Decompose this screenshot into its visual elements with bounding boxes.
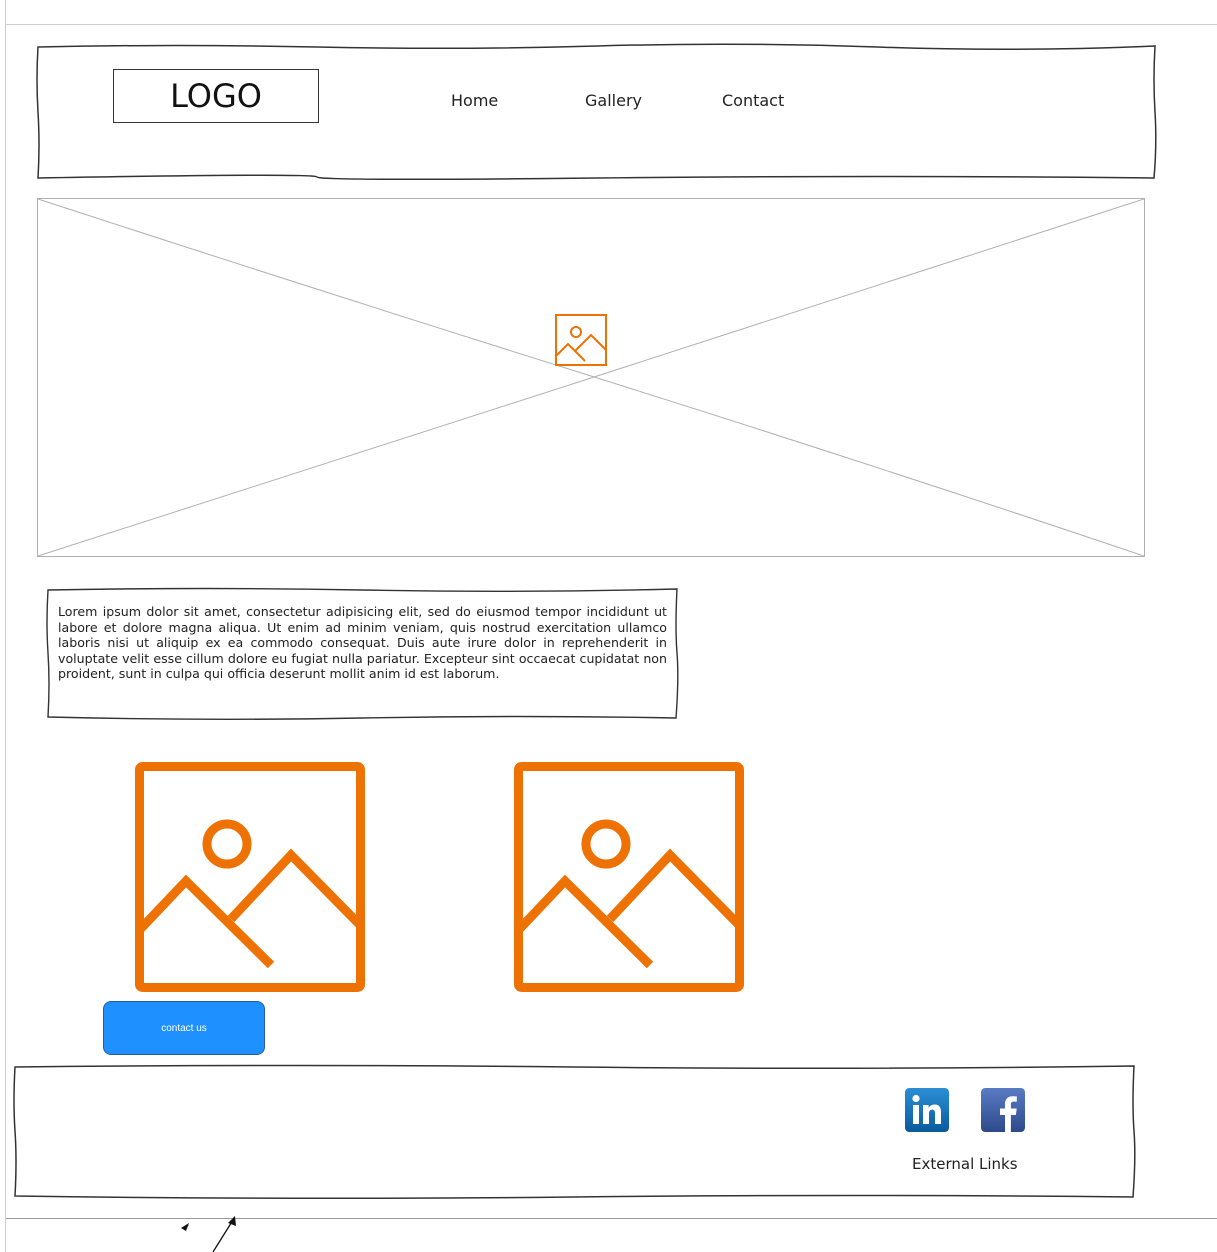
footer-border	[13, 1064, 1136, 1200]
intro-paragraph: Lorem ipsum dolor sit amet, consectetur …	[58, 604, 667, 682]
canvas-top-edge	[6, 24, 1217, 25]
logo[interactable]: LOGO	[113, 69, 319, 123]
external-links-label: External Links	[912, 1155, 1018, 1173]
nav-contact[interactable]: Contact	[722, 91, 784, 110]
canvas-left-edge	[5, 0, 6, 1252]
contact-us-button[interactable]: contact us	[103, 1001, 265, 1055]
footer-box	[13, 1064, 1136, 1200]
arrow-marks	[181, 1216, 236, 1252]
nav-gallery[interactable]: Gallery	[585, 91, 642, 110]
facebook-icon[interactable]	[981, 1088, 1025, 1132]
nav-home[interactable]: Home	[451, 91, 498, 110]
image-icon	[514, 762, 744, 992]
hero-image-placeholder	[37, 198, 1145, 557]
image-icon	[135, 762, 365, 992]
hero-placeholder-frame	[37, 198, 1145, 557]
linkedin-icon[interactable]	[905, 1088, 949, 1132]
image-icon	[555, 314, 607, 366]
